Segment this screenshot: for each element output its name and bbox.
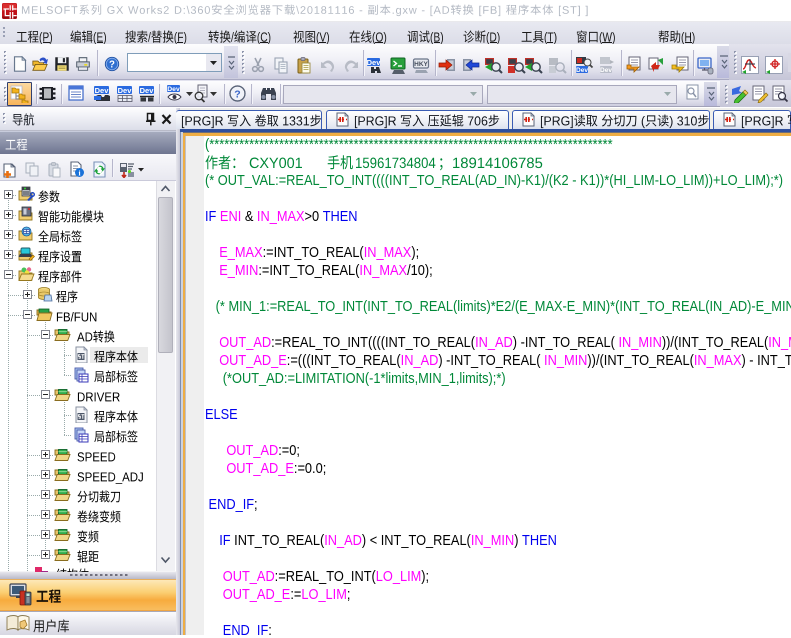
- svg-text:i: i: [78, 169, 80, 178]
- svg-text:Dev: Dev: [118, 86, 133, 95]
- svg-text:Dev: Dev: [167, 86, 180, 93]
- svg-text:Dev: Dev: [140, 86, 155, 95]
- svg-text:?: ?: [109, 59, 115, 70]
- svg-text:Dev: Dev: [95, 86, 110, 95]
